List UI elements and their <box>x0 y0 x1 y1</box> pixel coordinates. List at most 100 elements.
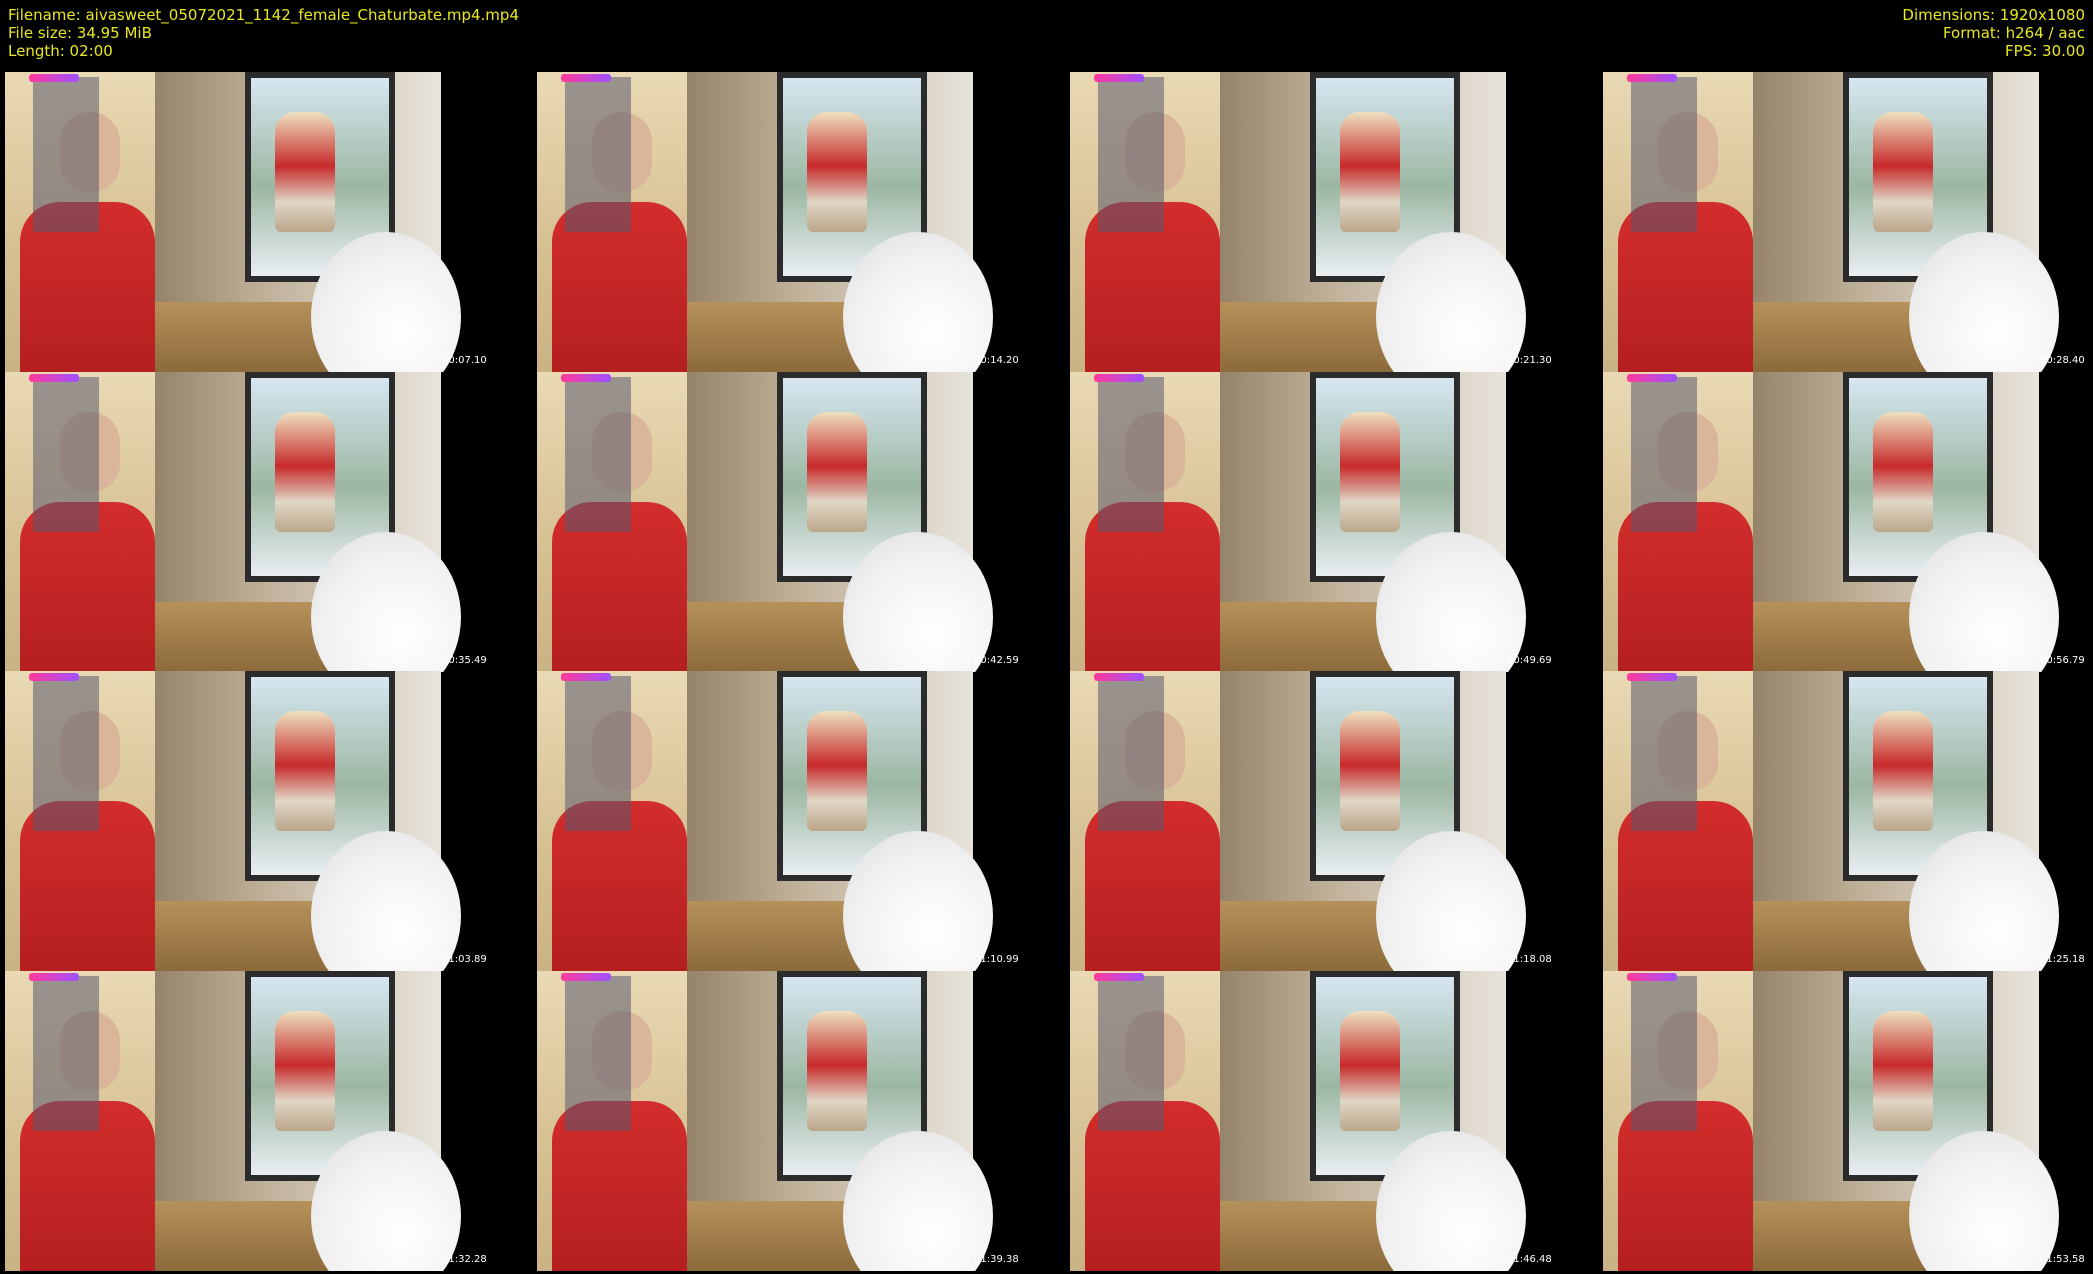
lovense-logo <box>29 374 79 382</box>
video-frame <box>537 72 993 372</box>
thumbnail[interactable]: 00:07.10 <box>0 72 532 372</box>
mirror-reflection <box>807 112 867 232</box>
lovense-logo <box>561 74 611 82</box>
stream-overlay <box>1631 377 1697 532</box>
filesize-text: File size: 34.95 MiB <box>8 24 152 42</box>
mirror-reflection <box>807 1011 867 1131</box>
stream-overlay <box>565 77 631 232</box>
thumbnail[interactable]: 01:03.89 <box>0 671 532 971</box>
mirror-reflection <box>1340 412 1400 532</box>
timestamp: 00:49.69 <box>1507 655 1552 666</box>
thumbnail[interactable]: 00:42.59 <box>532 372 1064 672</box>
video-frame <box>537 372 993 672</box>
timestamp: 01:53.58 <box>2040 1254 2085 1265</box>
lovense-logo <box>1094 374 1144 382</box>
thumbnail[interactable]: 00:14.20 <box>532 72 1064 372</box>
timestamp: 01:03.89 <box>442 954 487 965</box>
thumbnail[interactable]: 01:25.18 <box>1598 671 2093 971</box>
stream-overlay <box>1098 976 1164 1131</box>
video-frame <box>5 372 461 672</box>
timestamp: 00:28.40 <box>2040 355 2085 366</box>
lovense-logo <box>1094 973 1144 981</box>
video-frame <box>1603 372 2059 672</box>
mirror-reflection <box>275 112 335 232</box>
fps-text: FPS: 30.00 <box>2005 42 2085 60</box>
video-frame <box>5 72 461 372</box>
stream-overlay <box>33 77 99 232</box>
thumbnail[interactable]: 01:18.08 <box>1065 671 1597 971</box>
mirror-reflection <box>1873 112 1933 232</box>
stream-overlay <box>1098 377 1164 532</box>
video-frame <box>1603 971 2059 1271</box>
video-frame <box>1070 671 1526 971</box>
thumbnail[interactable]: 01:46.48 <box>1065 971 1597 1271</box>
format-text: Format: h264 / aac <box>1942 24 2085 42</box>
lovense-logo <box>561 973 611 981</box>
lovense-logo <box>29 673 79 681</box>
mirror-reflection <box>275 1011 335 1131</box>
timestamp: 00:42.59 <box>974 655 1019 666</box>
mirror-reflection <box>807 711 867 831</box>
timestamp: 00:14.20 <box>974 355 1019 366</box>
thumbnail[interactable]: 00:21.30 <box>1065 72 1597 372</box>
lovense-logo <box>29 74 79 82</box>
timestamp: 00:35.49 <box>442 655 487 666</box>
lovense-logo <box>1627 74 1677 82</box>
mirror-reflection <box>275 412 335 532</box>
lovense-logo <box>29 973 79 981</box>
video-frame <box>1603 72 2059 372</box>
stream-overlay <box>1098 676 1164 831</box>
lovense-logo <box>1094 74 1144 82</box>
video-frame <box>5 971 461 1271</box>
timestamp: 01:18.08 <box>1507 954 1552 965</box>
timestamp: 01:46.48 <box>1507 1254 1552 1265</box>
video-frame <box>1603 671 2059 971</box>
timestamp: 00:07.10 <box>442 355 487 366</box>
mirror-reflection <box>1873 412 1933 532</box>
dimensions-text: Dimensions: 1920x1080 <box>1902 6 2085 24</box>
mirror-reflection <box>1340 711 1400 831</box>
stream-overlay <box>33 676 99 831</box>
video-frame <box>537 671 993 971</box>
lovense-logo <box>561 673 611 681</box>
mirror-reflection <box>1340 1011 1400 1131</box>
timestamp: 00:56.79 <box>2040 655 2085 666</box>
stream-overlay <box>33 976 99 1131</box>
info-right: Dimensions: 1920x1080 Format: h264 / aac… <box>1902 6 2085 60</box>
lovense-logo <box>1627 673 1677 681</box>
stream-overlay <box>1631 676 1697 831</box>
video-frame <box>5 671 461 971</box>
video-frame <box>537 971 993 1271</box>
thumbnail[interactable]: 00:56.79 <box>1598 372 2093 672</box>
thumbnail[interactable]: 01:10.99 <box>532 671 1064 971</box>
stream-overlay <box>1631 976 1697 1131</box>
lovense-logo <box>1094 673 1144 681</box>
mirror-reflection <box>1873 711 1933 831</box>
thumbnail[interactable]: 01:39.38 <box>532 971 1064 1271</box>
mirror-reflection <box>807 412 867 532</box>
timestamp: 01:25.18 <box>2040 954 2085 965</box>
timestamp: 01:10.99 <box>974 954 1019 965</box>
video-frame <box>1070 971 1526 1271</box>
lovense-logo <box>561 374 611 382</box>
filename-text: Filename: aivasweet_05072021_1142_female… <box>8 6 519 24</box>
thumbnail[interactable]: 01:32.28 <box>0 971 532 1271</box>
thumbnail[interactable]: 00:35.49 <box>0 372 532 672</box>
stream-overlay <box>33 377 99 532</box>
stream-overlay <box>565 377 631 532</box>
thumbnail[interactable]: 00:49.69 <box>1065 372 1597 672</box>
video-frame <box>1070 72 1526 372</box>
timestamp: 01:32.28 <box>442 1254 487 1265</box>
stream-overlay <box>565 676 631 831</box>
mirror-reflection <box>1873 1011 1933 1131</box>
timestamp: 00:21.30 <box>1507 355 1552 366</box>
thumbnail[interactable]: 00:28.40 <box>1598 72 2093 372</box>
video-frame <box>1070 372 1526 672</box>
mirror-reflection <box>275 711 335 831</box>
lovense-logo <box>1627 973 1677 981</box>
mirror-reflection <box>1340 112 1400 232</box>
thumbnail[interactable]: 01:53.58 <box>1598 971 2093 1271</box>
info-left: Filename: aivasweet_05072021_1142_female… <box>8 6 519 60</box>
timestamp: 01:39.38 <box>974 1254 1019 1265</box>
stream-overlay <box>565 976 631 1131</box>
